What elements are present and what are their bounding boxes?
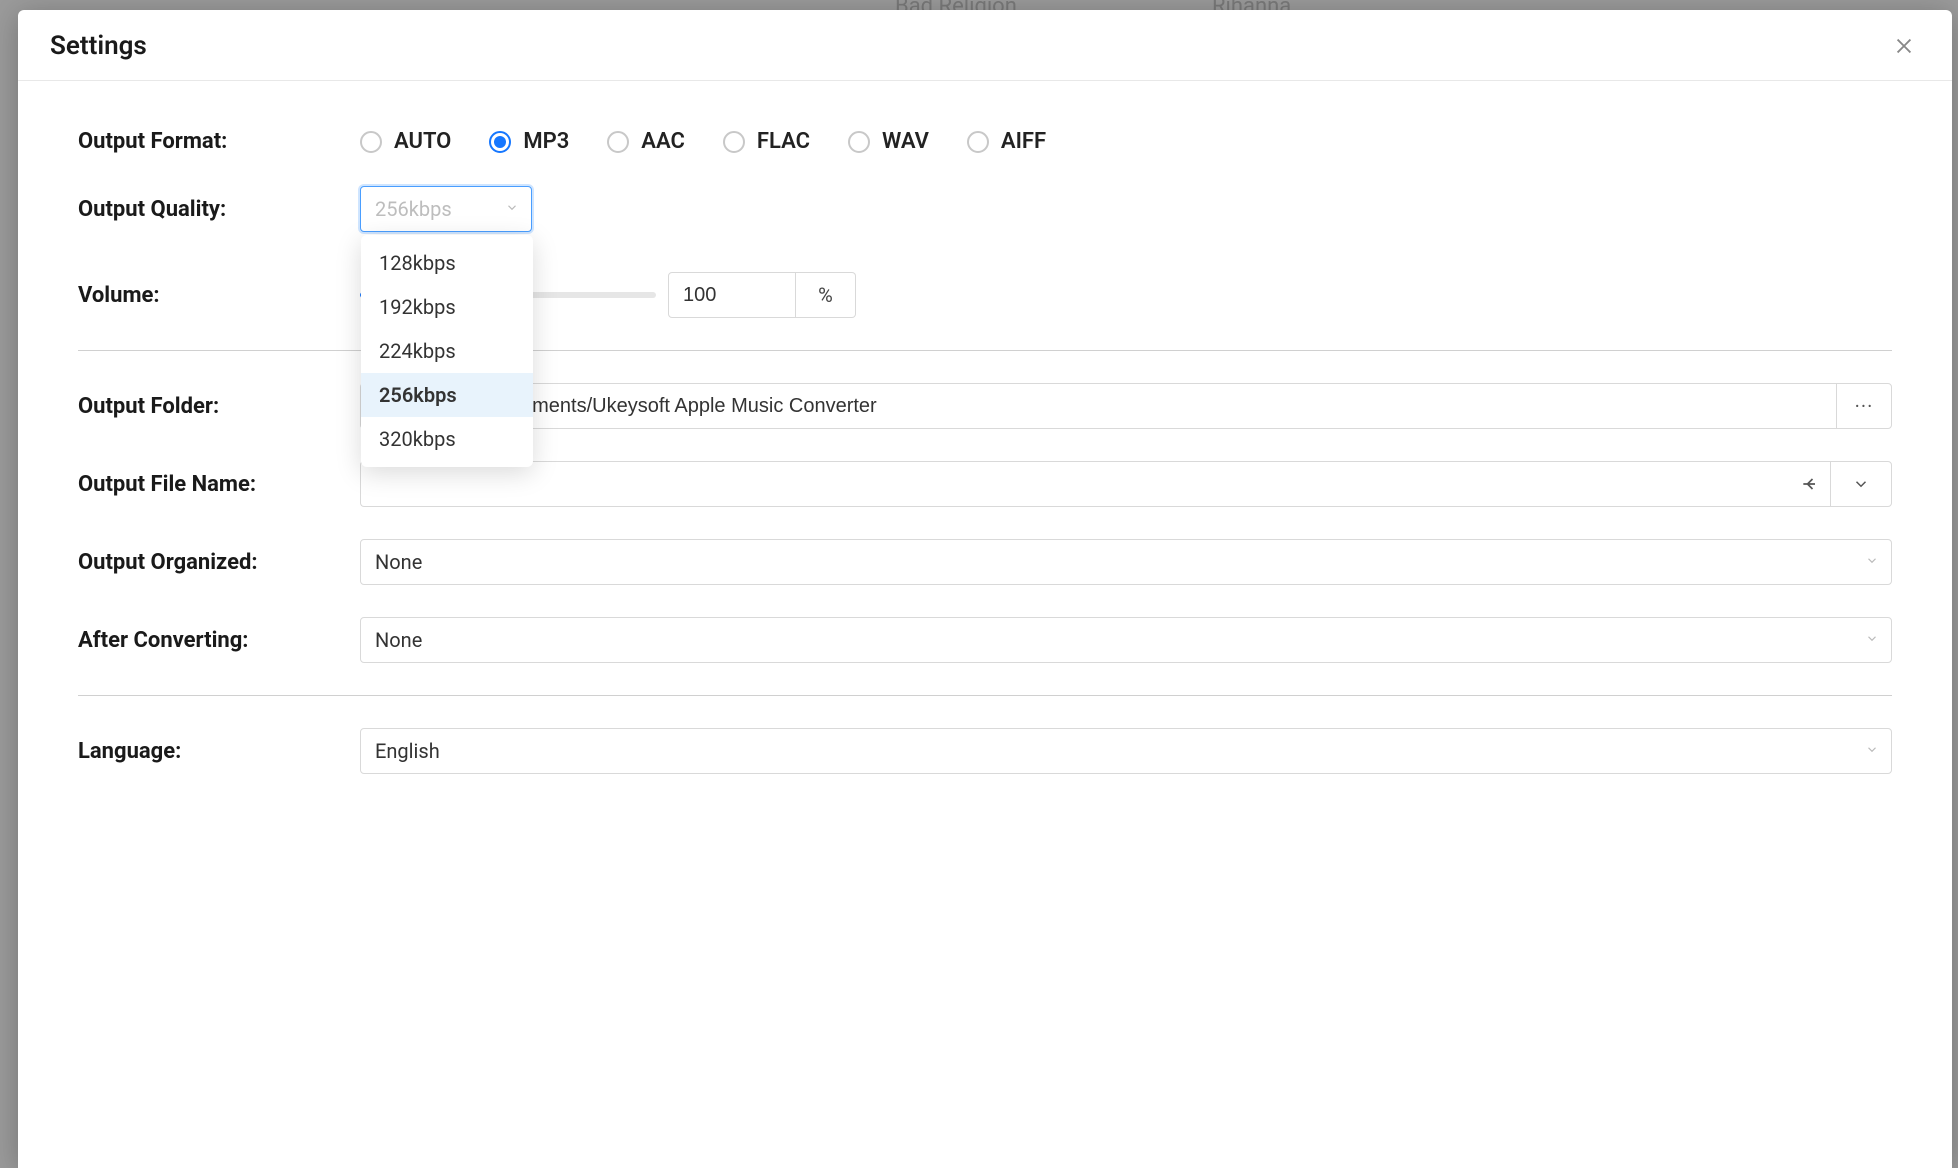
row-language: Language: English <box>78 728 1892 774</box>
label-output-quality: Output Quality: <box>78 197 360 222</box>
browse-folder-button[interactable]: ··· <box>1836 383 1892 429</box>
label-after-converting: After Converting: <box>78 628 360 653</box>
radio-flac[interactable]: FLAC <box>723 129 810 154</box>
close-button[interactable] <box>1888 30 1920 62</box>
output-folder-input[interactable] <box>360 383 1836 429</box>
output-quality-select[interactable]: 256kbps 128kbps 192kbps 224kbps 256kbps … <box>360 186 532 232</box>
radio-label-aiff: AIFF <box>1001 129 1046 154</box>
volume-controls: % <box>360 272 1892 318</box>
volume-input[interactable] <box>668 272 796 318</box>
radio-label-mp3: MP3 <box>523 129 569 154</box>
radio-label-aac: AAC <box>641 129 685 154</box>
radio-circle-icon <box>723 131 745 153</box>
label-output-organized: Output Organized: <box>78 550 360 575</box>
divider-1 <box>78 350 1892 351</box>
output-quality-controls: 256kbps 128kbps 192kbps 224kbps 256kbps … <box>360 186 1892 232</box>
label-output-filename: Output File Name: <box>78 472 360 497</box>
output-organized-value: None <box>375 550 422 574</box>
chevron-down-icon <box>1865 631 1879 650</box>
output-folder-field: ··· <box>360 383 1892 429</box>
label-output-folder: Output Folder: <box>78 394 360 419</box>
quality-option-128[interactable]: 128kbps <box>361 241 533 285</box>
quality-option-320[interactable]: 320kbps <box>361 417 533 461</box>
filename-dropdown-button[interactable] <box>1830 461 1892 507</box>
output-quality-dropdown: 128kbps 192kbps 224kbps 256kbps 320kbps <box>361 235 533 467</box>
radio-circle-icon <box>607 131 629 153</box>
radio-aiff[interactable]: AIFF <box>967 129 1046 154</box>
quality-option-192[interactable]: 192kbps <box>361 285 533 329</box>
row-after-converting: After Converting: None <box>78 617 1892 663</box>
row-output-format: Output Format: AUTO MP3 AAC FLAC <box>78 129 1892 154</box>
radio-aac[interactable]: AAC <box>607 129 685 154</box>
quality-option-256[interactable]: 256kbps <box>361 373 533 417</box>
modal-body: Output Format: AUTO MP3 AAC FLAC <box>18 81 1952 1168</box>
output-filename-controls <box>360 461 1892 507</box>
modal-header: Settings <box>18 10 1952 81</box>
row-output-quality: Output Quality: 256kbps 128kbps 192kbps … <box>78 186 1892 232</box>
radio-label-flac: FLAC <box>757 129 810 154</box>
label-language: Language: <box>78 739 360 764</box>
label-output-format: Output Format: <box>78 129 360 154</box>
output-folder-controls: ··· <box>360 383 1892 429</box>
output-organized-controls: None <box>360 539 1892 585</box>
output-quality-value: 256kbps <box>375 197 452 221</box>
chevron-down-icon <box>1865 742 1879 761</box>
after-converting-controls: None <box>360 617 1892 663</box>
radio-circle-icon <box>967 131 989 153</box>
close-icon <box>1893 35 1915 57</box>
radio-circle-icon <box>848 131 870 153</box>
output-format-options: AUTO MP3 AAC FLAC WAV <box>360 129 1892 154</box>
after-converting-select[interactable]: None <box>360 617 1892 663</box>
row-output-organized: Output Organized: None <box>78 539 1892 585</box>
radio-label-wav: WAV <box>882 129 929 154</box>
row-output-folder: Output Folder: ··· <box>78 383 1892 429</box>
arrow-left-icon <box>1790 461 1830 507</box>
divider-2 <box>78 695 1892 696</box>
settings-modal: Settings Output Format: AUTO MP3 AAC <box>18 10 1952 1168</box>
after-converting-value: None <box>375 628 422 652</box>
language-value: English <box>375 739 440 763</box>
radio-mp3[interactable]: MP3 <box>489 129 569 154</box>
quality-option-224[interactable]: 224kbps <box>361 329 533 373</box>
row-volume: Volume: % <box>78 272 1892 318</box>
output-filename-field <box>360 461 1892 507</box>
radio-wav[interactable]: WAV <box>848 129 929 154</box>
radio-auto[interactable]: AUTO <box>360 129 451 154</box>
radio-label-auto: AUTO <box>394 129 451 154</box>
output-organized-select[interactable]: None <box>360 539 1892 585</box>
language-controls: English <box>360 728 1892 774</box>
chevron-down-icon <box>1865 553 1879 572</box>
output-filename-input[interactable] <box>360 461 1790 507</box>
radio-circle-icon <box>360 131 382 153</box>
label-volume: Volume: <box>78 283 360 308</box>
language-select[interactable]: English <box>360 728 1892 774</box>
chevron-down-icon <box>1852 475 1870 493</box>
chevron-down-icon <box>505 200 519 219</box>
row-output-filename: Output File Name: <box>78 461 1892 507</box>
volume-unit: % <box>796 272 856 318</box>
radio-circle-icon <box>489 131 511 153</box>
modal-title: Settings <box>50 31 147 61</box>
